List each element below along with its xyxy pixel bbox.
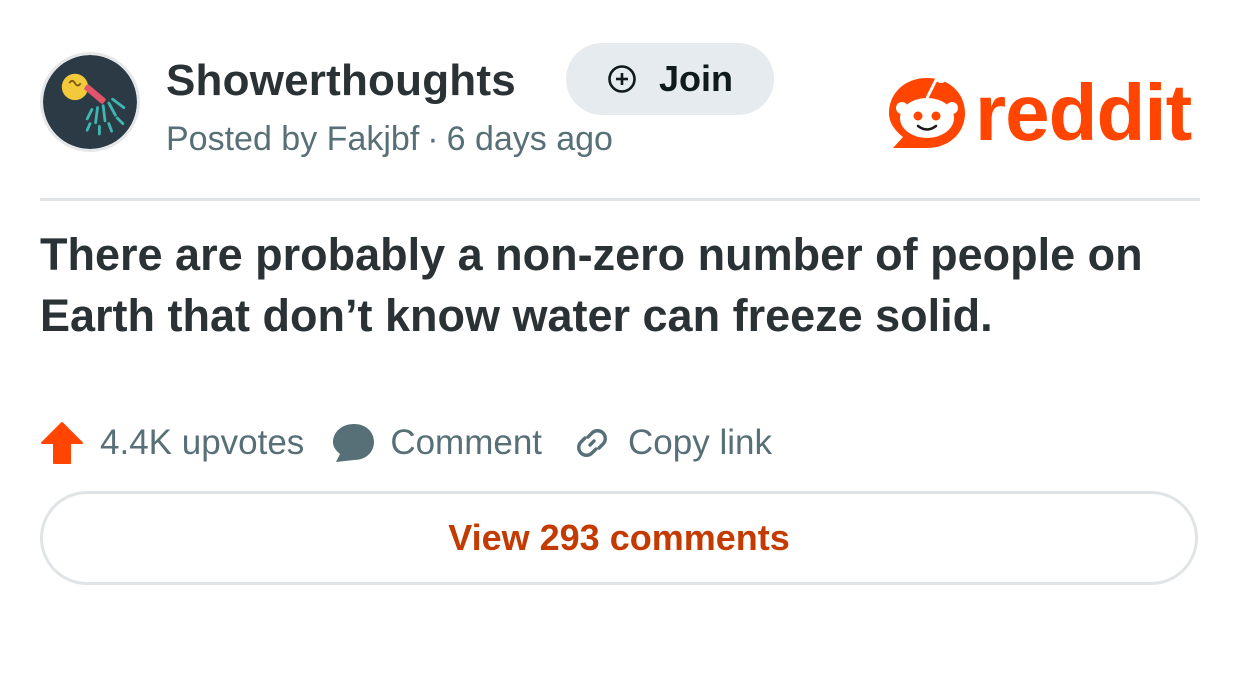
add-circle-icon	[608, 65, 636, 93]
post-meta: Posted by Fakjbf · 6 days ago	[166, 120, 613, 159]
meta-separator: ·	[427, 120, 439, 158]
post-time: 6 days ago	[446, 120, 613, 158]
reddit-snoo-icon	[889, 71, 965, 148]
subreddit-avatar-icon[interactable]	[40, 52, 140, 152]
post-header: Showerthoughts Join Posted by Fakjbf · 6 d…	[40, 43, 1200, 162]
header-divider	[40, 198, 1200, 201]
copy-link-label: Copy link	[628, 423, 772, 462]
join-button[interactable]: Join	[566, 43, 774, 115]
upvote-action[interactable]: 4.4K upvotes	[40, 421, 304, 465]
posted-prefix: Posted by	[166, 120, 318, 158]
comment-bubble-icon	[333, 424, 375, 462]
logo-wordmark: reddit	[975, 68, 1192, 156]
join-label: Join	[658, 58, 733, 99]
comment-action[interactable]: Comment	[304, 421, 542, 465]
reddit-logo: reddit	[885, 66, 1200, 156]
copy-link-action[interactable]: Copy link	[542, 423, 772, 463]
view-comments-button[interactable]: View 293 comments	[40, 491, 1198, 585]
upvote-count: 4.4K upvotes	[100, 423, 305, 462]
post-title[interactable]: There are probably a non-zero number of …	[40, 224, 1200, 346]
upvote-arrow-icon[interactable]	[40, 421, 84, 465]
subreddit-name[interactable]: Showerthoughts	[166, 56, 516, 106]
author-name[interactable]: Fakjbf	[327, 120, 420, 158]
link-chain-icon	[577, 429, 607, 457]
comment-label: Comment	[390, 423, 543, 462]
post-actions: 4.4K upvotes Comment Copy link	[40, 420, 772, 466]
view-comments-label: View 293 comments	[448, 517, 790, 558]
